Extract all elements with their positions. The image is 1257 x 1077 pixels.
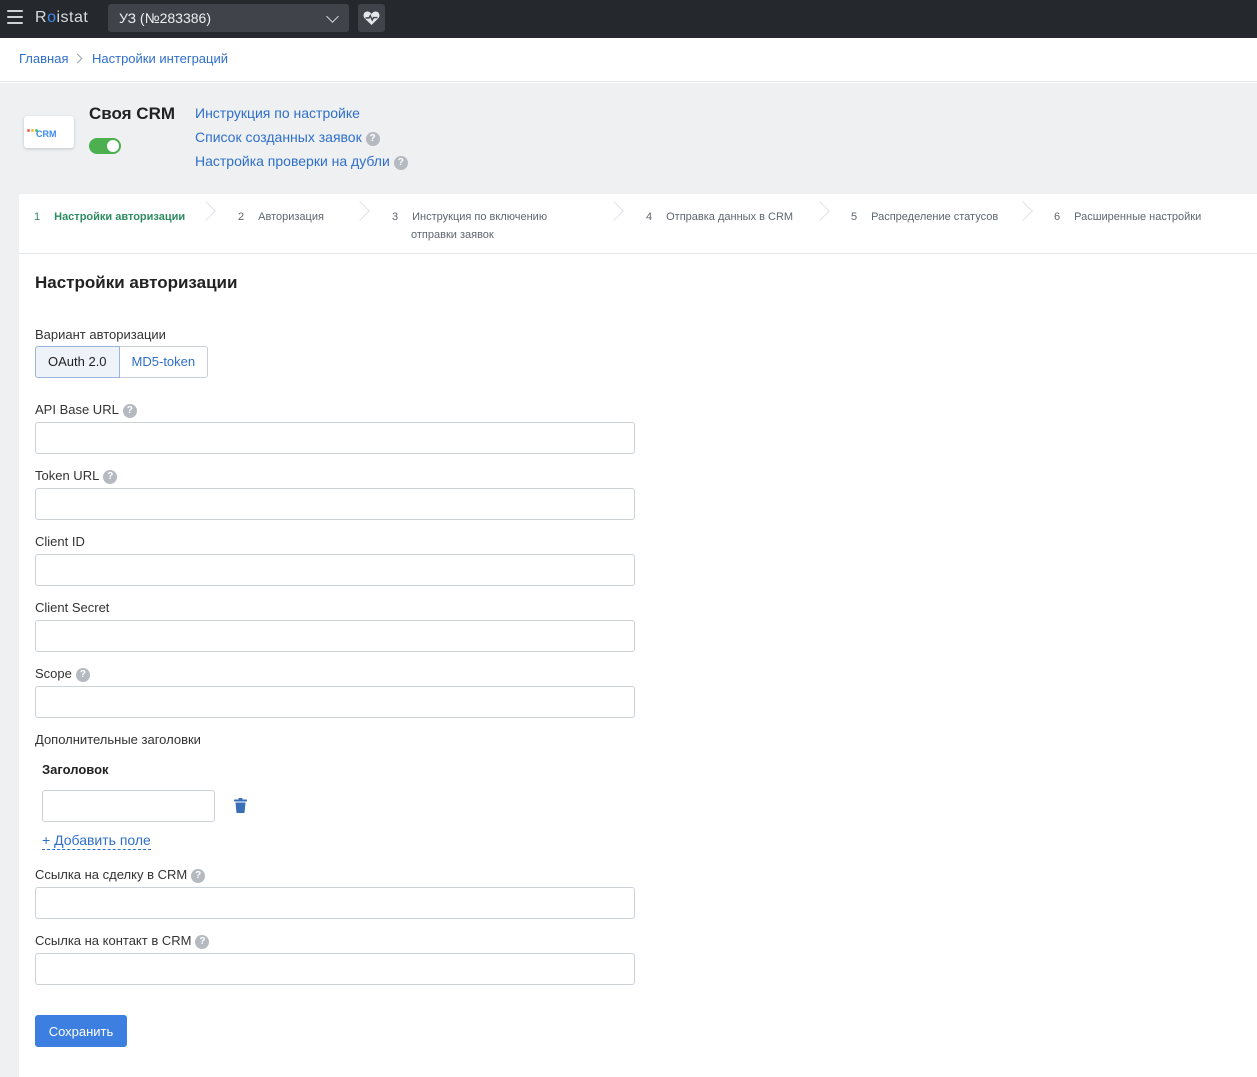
integration-toggle[interactable] — [89, 138, 121, 154]
client-secret-input[interactable] — [35, 620, 635, 652]
auth-variant-label: Вариант авторизации — [35, 327, 166, 342]
contact-link-input[interactable] — [35, 953, 635, 985]
scope-input[interactable] — [35, 686, 635, 718]
health-button[interactable] — [358, 4, 385, 32]
deal-link-label: Ссылка на сделку в CRM? — [35, 867, 206, 883]
step-label: Инструкция по включению — [412, 211, 548, 223]
trash-icon[interactable] — [234, 798, 247, 813]
step-label: Расширенные настройки — [1074, 211, 1202, 223]
extra-headers-label: Дополнительные заголовки — [35, 732, 201, 747]
deal-link-input[interactable] — [35, 887, 635, 919]
step-label: Распределение статусов — [871, 211, 999, 223]
token-url-input[interactable] — [35, 488, 635, 520]
chevron-right-icon — [1013, 201, 1033, 221]
contact-link-label-text: Ссылка на контакт в CRM — [35, 933, 192, 948]
step-authorization[interactable]: 2 Авторизация — [238, 208, 324, 226]
created-leads-label: Список созданных заявок — [195, 129, 362, 145]
client-id-label: Client ID — [35, 534, 85, 549]
step-number: 6 — [1054, 211, 1061, 223]
add-field-link[interactable]: + Добавить поле — [42, 832, 151, 850]
client-id-input[interactable] — [35, 554, 635, 586]
toggle-knob — [107, 140, 119, 152]
heart-pulse-icon — [363, 11, 380, 25]
help-icon[interactable]: ? — [191, 869, 206, 883]
contact-link-label: Ссылка на контакт в CRM? — [35, 933, 210, 949]
chevron-right-icon — [72, 53, 83, 64]
step-number: 3 — [392, 211, 399, 223]
chevron-right-icon — [810, 201, 830, 221]
save-button[interactable]: Сохранить — [35, 1015, 127, 1047]
settings-card: 1 Настройки авторизации 2 Авторизация 3 Инс… — [19, 194, 1257, 1077]
chevron-right-icon — [196, 201, 216, 221]
setup-instruction-label: Инструкция по настройке — [195, 105, 360, 121]
setup-instruction-link[interactable]: Инструкция по настройке — [195, 105, 360, 121]
step-label-line2: отправки заявок — [411, 229, 494, 241]
api-base-url-input[interactable] — [35, 422, 635, 454]
scope-label-text: Scope — [35, 666, 72, 681]
crm-logo-text: CRM — [36, 129, 57, 139]
chevron-right-icon — [350, 201, 370, 221]
token-url-label-text: Token URL — [35, 468, 100, 483]
duplicate-check-link[interactable]: Настройка проверки на дубли? — [195, 153, 408, 170]
help-icon[interactable]: ? — [75, 668, 90, 682]
auth-option-oauth[interactable]: OAuth 2.0 — [35, 346, 120, 378]
step-status-mapping[interactable]: 5 Распределение статусов — [851, 208, 998, 226]
step-number: 4 — [646, 211, 653, 223]
scope-label: Scope? — [35, 666, 90, 682]
help-icon[interactable]: ? — [103, 470, 118, 484]
step-number: 1 — [34, 211, 41, 223]
api-base-url-label-text: API Base URL — [35, 402, 119, 417]
token-url-label: Token URL? — [35, 468, 118, 484]
breadcrumb-home[interactable]: Главная — [19, 51, 68, 66]
project-select-value: УЗ (№283386) — [119, 10, 211, 26]
menu-icon[interactable] — [7, 10, 23, 24]
step-auth-settings[interactable]: 1 Настройки авторизации — [34, 208, 185, 226]
step-data-sending[interactable]: 4 Отправка данных в CRM — [646, 208, 793, 226]
client-secret-label: Client Secret — [35, 600, 110, 615]
header-column-title: Заголовок — [42, 762, 109, 777]
deal-link-label-text: Ссылка на сделку в CRM — [35, 867, 188, 882]
help-icon[interactable]: ? — [365, 132, 380, 146]
created-leads-link[interactable]: Список созданных заявок? — [195, 129, 380, 146]
breadcrumb-integrations[interactable]: Настройки интеграций — [92, 51, 228, 66]
wizard-steps: 1 Настройки авторизации 2 Авторизация 3 Инс… — [19, 194, 1257, 254]
header-name-input[interactable] — [42, 790, 215, 822]
page-title: Своя CRM — [89, 104, 176, 123]
top-bar: Roistat УЗ (№283386) — [0, 0, 1257, 38]
auth-option-md5[interactable]: MD5-token — [119, 346, 209, 378]
chevron-right-icon — [604, 201, 624, 221]
step-number: 2 — [238, 211, 245, 223]
step-label: Отправка данных в CRM — [666, 211, 794, 223]
crm-logo: CRM — [24, 116, 74, 148]
help-icon[interactable]: ? — [393, 156, 408, 170]
duplicate-check-label: Настройка проверки на дубли — [195, 153, 390, 169]
auth-variant-switch: OAuth 2.0 MD5-token — [35, 346, 209, 378]
breadcrumb: Главная Настройки интеграций — [0, 38, 1257, 82]
help-icon[interactable]: ? — [122, 404, 137, 418]
chevron-down-icon — [326, 10, 339, 23]
roistat-logo[interactable]: Roistat — [35, 9, 88, 27]
step-label: Настройки авторизации — [54, 211, 186, 223]
step-number: 5 — [851, 211, 858, 223]
step-instruction[interactable]: 3 Инструкция по включению отправки заявок — [392, 208, 547, 244]
project-select[interactable]: УЗ (№283386) — [108, 4, 349, 32]
help-icon[interactable]: ? — [195, 935, 210, 949]
step-advanced[interactable]: 6 Расширенные настройки — [1054, 208, 1201, 226]
section-title: Настройки авторизации — [35, 273, 238, 292]
api-base-url-label: API Base URL? — [35, 402, 137, 418]
step-label: Авторизация — [258, 211, 324, 223]
